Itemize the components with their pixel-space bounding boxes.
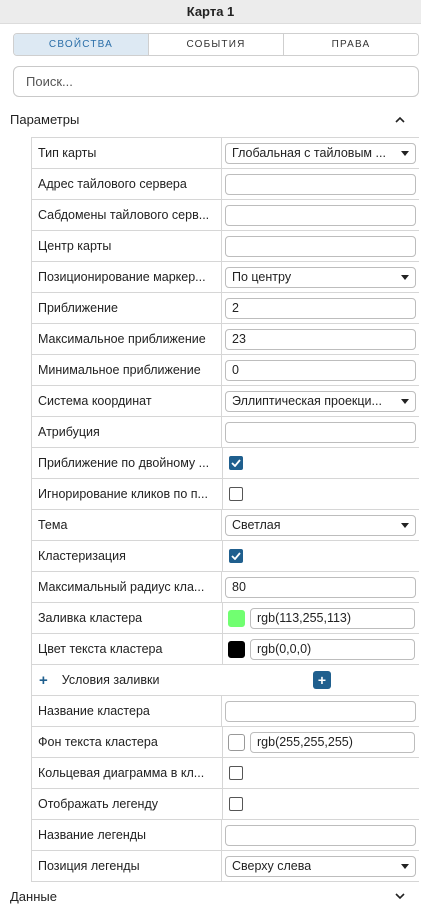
cluster-text-color-input[interactable]: rgb(0,0,0) [250, 638, 415, 660]
section-params-label: Параметры [10, 111, 80, 127]
cluster-fill-swatch[interactable] [228, 609, 245, 627]
prop-label: Тип карты [32, 138, 222, 168]
cluster-text-bg-input[interactable]: rgb(255,255,255) [250, 731, 415, 753]
dropdown-arrow-icon [401, 522, 409, 528]
coord-system-select[interactable]: Эллиптическая проекци... [225, 390, 416, 412]
donut-chart-checkbox[interactable] [229, 766, 243, 780]
prop-row-map-type: Тип карты Глобальная с тайловым ... [32, 138, 419, 169]
fill-conditions-row[interactable]: + Условия заливки + [32, 665, 419, 696]
prop-label: Название кластера [32, 696, 222, 726]
prop-row-theme: Тема Светлая [32, 510, 419, 541]
map-center-input[interactable] [225, 235, 416, 257]
prop-label: Максимальный радиус кла... [32, 572, 222, 602]
prop-row-map-center: Центр карты [32, 231, 419, 262]
prop-row-cluster-text-color: Цвет текста кластера rgb(0,0,0) [32, 634, 419, 665]
prop-row-cluster-text-bg: Фон текста кластера rgb(255,255,255) [32, 727, 419, 758]
prop-row-max-cluster-radius: Максимальный радиус кла... 80 [32, 572, 419, 603]
prop-label: Система координат [32, 386, 222, 416]
tab-rights[interactable]: ПРАВА [284, 34, 418, 55]
prop-label: Фон текста кластера [32, 727, 223, 757]
prop-label: Максимальное приближение [32, 324, 222, 354]
prop-label: Адрес тайлового сервера [32, 169, 222, 199]
legend-position-select[interactable]: Сверху слева [225, 855, 416, 877]
max-zoom-input[interactable]: 23 [225, 328, 416, 350]
prop-row-legend-position: Позиция легенды Сверху слева [32, 851, 419, 882]
prop-label: Название легенды [32, 820, 222, 850]
prop-label: Кластеризация [32, 541, 223, 571]
prop-label: Тема [32, 510, 222, 540]
plus-icon[interactable]: + [39, 672, 48, 689]
prop-label: Заливка кластера [32, 603, 223, 633]
prop-row-zoom: Приближение 2 [32, 293, 419, 324]
dropdown-arrow-icon [401, 863, 409, 869]
panel-title: Карта 1 [0, 0, 421, 24]
prop-row-cluster-fill: Заливка кластера rgb(113,255,113) [32, 603, 419, 634]
prop-label: Игнорирование кликов по п... [32, 479, 223, 509]
clustering-checkbox[interactable] [229, 549, 243, 563]
prop-label: Цвет текста кластера [32, 634, 223, 664]
attribution-input[interactable] [225, 421, 416, 443]
zoom-input[interactable]: 2 [225, 297, 416, 319]
chevron-up-icon[interactable] [393, 112, 407, 126]
theme-select[interactable]: Светлая [225, 514, 416, 536]
section-params-header[interactable]: Параметры [0, 108, 421, 130]
dropdown-arrow-icon [401, 150, 409, 156]
prop-row-coord-system: Система координат Эллиптическая проекци.… [32, 386, 419, 417]
properties-grid: Тип карты Глобальная с тайловым ... Адре… [31, 137, 419, 882]
add-condition-button[interactable]: + [313, 671, 331, 689]
prop-row-ignore-clicks: Игнорирование кликов по п... [32, 479, 419, 510]
prop-row-attribution: Атрибуция [32, 417, 419, 448]
dropdown-arrow-icon [401, 398, 409, 404]
legend-name-input[interactable] [225, 824, 416, 846]
prop-row-donut-chart: Кольцевая диаграмма в кл... [32, 758, 419, 789]
prop-row-show-legend: Отображать легенду [32, 789, 419, 820]
chevron-down-icon[interactable] [393, 889, 407, 903]
cluster-fill-input[interactable]: rgb(113,255,113) [250, 607, 415, 629]
checkmark-icon [231, 459, 241, 467]
show-legend-checkbox[interactable] [229, 797, 243, 811]
prop-label: Кольцевая диаграмма в кл... [32, 758, 223, 788]
prop-label: Приближение по двойному ... [32, 448, 223, 478]
tab-events[interactable]: СОБЫТИЯ [149, 34, 284, 55]
cluster-text-bg-swatch[interactable] [228, 733, 245, 751]
prop-row-tile-subdomains: Сабдомены тайлового серв... [32, 200, 419, 231]
prop-label: Позиционирование маркер... [32, 262, 222, 292]
dblclick-zoom-checkbox[interactable] [229, 456, 243, 470]
fill-conditions-label: Условия заливки [61, 673, 160, 687]
cluster-text-color-swatch[interactable] [228, 640, 245, 658]
prop-row-clustering: Кластеризация [32, 541, 419, 572]
prop-row-tile-server: Адрес тайлового сервера [32, 169, 419, 200]
marker-position-select[interactable]: По центру [225, 266, 416, 288]
tile-subdomains-input[interactable] [225, 204, 416, 226]
prop-row-max-zoom: Максимальное приближение 23 [32, 324, 419, 355]
prop-row-dblclick-zoom: Приближение по двойному ... [32, 448, 419, 479]
ignore-clicks-checkbox[interactable] [229, 487, 243, 501]
prop-label: Атрибуция [32, 417, 222, 447]
section-data-header[interactable]: Данные [0, 885, 421, 907]
tile-server-input[interactable] [225, 173, 416, 195]
prop-label: Центр карты [32, 231, 222, 261]
min-zoom-input[interactable]: 0 [225, 359, 416, 381]
section-data-label: Данные [10, 888, 57, 904]
prop-label: Позиция легенды [32, 851, 222, 881]
tab-bar: СВОЙСТВА СОБЫТИЯ ПРАВА [13, 33, 419, 56]
prop-row-marker-position: Позиционирование маркер... По центру [32, 262, 419, 293]
prop-label: Минимальное приближение [32, 355, 222, 385]
prop-label: Отображать легенду [32, 789, 223, 819]
prop-row-min-zoom: Минимальное приближение 0 [32, 355, 419, 386]
dropdown-arrow-icon [401, 274, 409, 280]
prop-label: Приближение [32, 293, 222, 323]
search-input[interactable] [13, 66, 419, 97]
tab-properties[interactable]: СВОЙСТВА [14, 34, 149, 55]
checkmark-icon [231, 552, 241, 560]
prop-row-cluster-name: Название кластера [32, 696, 419, 727]
max-cluster-radius-input[interactable]: 80 [225, 576, 416, 598]
prop-row-legend-name: Название легенды [32, 820, 419, 851]
map-type-select[interactable]: Глобальная с тайловым ... [225, 142, 416, 164]
prop-label: Сабдомены тайлового серв... [32, 200, 222, 230]
cluster-name-input[interactable] [225, 700, 416, 722]
